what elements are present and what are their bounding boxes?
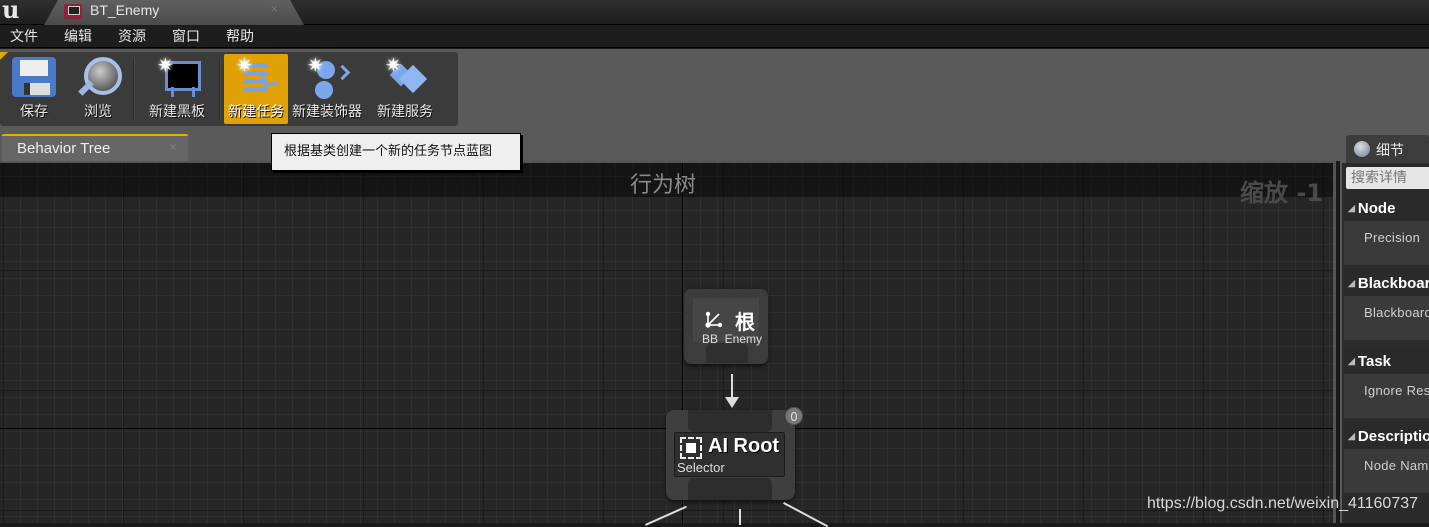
child-link-right: [783, 502, 829, 527]
execution-index-badge: 0: [785, 407, 803, 425]
toolbar: 保存 浏览 ✷ 新建黑板 ✷ 新建任务 ✷ 新建装饰器 ✷ 新建服务: [0, 52, 458, 126]
root-node[interactable]: 根 BB_Enemy: [684, 289, 768, 364]
menu-window[interactable]: 窗口: [172, 26, 200, 46]
browse-label: 浏览: [84, 104, 112, 120]
new-task-icon: ✷: [234, 53, 278, 97]
section-title: Blackboard: [1357, 275, 1429, 292]
sparkle-icon: ✷: [307, 53, 324, 77]
tab-details-label: 细节: [1376, 143, 1404, 159]
zoom-level: 缩放 -1: [1239, 179, 1323, 207]
section-title: Node: [1357, 200, 1396, 217]
sparkle-icon: ✷: [385, 53, 402, 77]
section-blackboard: ◢Blackboard Blackboard: [1344, 270, 1429, 340]
menu-file[interactable]: 文件: [10, 26, 38, 46]
browse-button[interactable]: 浏览: [66, 54, 130, 124]
collapse-triangle-icon: ◢: [1348, 356, 1355, 366]
browse-icon: [76, 57, 122, 97]
selector-node-title: AI Root: [708, 435, 780, 457]
section-header[interactable]: ◢Blackboard: [1344, 270, 1429, 296]
property-row: Node Name: [1344, 449, 1429, 493]
section-node: ◢ Node Precision: [1344, 195, 1429, 265]
section-task: ◢Task Ignore Restart: [1344, 348, 1429, 418]
behavior-tree-graph[interactable]: 行为树 缩放 -1 根 BB_Enemy AI Root Selector 0: [0, 161, 1418, 527]
menu-edit[interactable]: 编辑: [64, 26, 92, 46]
details-panel: 细节 ◢Node Precision ◢Blackboard Blackboar…: [1340, 131, 1429, 523]
close-icon[interactable]: ×: [270, 4, 278, 15]
property-row: Ignore Restart: [1344, 374, 1429, 418]
selector-input-pin[interactable]: [688, 410, 772, 432]
unreal-logo-icon[interactable]: u: [0, 0, 40, 25]
save-label: 保存: [20, 104, 48, 120]
tab-behavior-tree[interactable]: Behavior Tree ×: [2, 134, 188, 161]
graph-title: 行为树: [630, 173, 697, 198]
section-description: ◢Description Node Name: [1344, 423, 1429, 493]
root-node-title: 根: [735, 310, 755, 334]
new-service-label: 新建服务: [377, 104, 433, 120]
section-header[interactable]: ◢ Task: [1344, 348, 1429, 374]
document-tab[interactable]: BT_Enemy ×: [44, 0, 304, 25]
tab-details[interactable]: 细节: [1346, 135, 1429, 163]
save-button[interactable]: 保存: [2, 54, 66, 124]
toolbar-separator: [219, 58, 221, 120]
new-task-tooltip: 根据基类创建一个新的任务节点蓝图: [271, 133, 521, 171]
new-service-button[interactable]: ✷ 新建服务: [366, 54, 444, 124]
section-header[interactable]: ◢ Node: [1344, 195, 1429, 221]
watermark-text: https://blog.csdn.net/weixin_41160737: [1147, 495, 1419, 512]
selector-node-body: AI Root Selector: [674, 432, 785, 477]
behavior-tree-asset-icon: [64, 4, 82, 19]
collapse-triangle-icon: ◢: [1348, 203, 1355, 213]
toolbar-separator: [133, 58, 135, 120]
sparkle-icon: ✷: [236, 53, 253, 77]
selector-icon: [680, 437, 702, 459]
tab-behavior-tree-label: Behavior Tree: [17, 140, 111, 157]
new-service-icon: ✷: [383, 53, 427, 97]
new-blackboard-button[interactable]: ✷ 新建黑板: [138, 54, 216, 124]
property-row: Blackboard: [1344, 296, 1429, 340]
document-tab-label: BT_Enemy: [90, 2, 160, 18]
details-body: ◢Node Precision ◢Blackboard Blackboard ◢…: [1342, 163, 1429, 523]
new-decorator-icon: ✷: [305, 53, 349, 97]
new-decorator-button[interactable]: ✷ 新建装饰器: [288, 54, 366, 124]
panel-tab-row: Behavior Tree ×: [0, 131, 1340, 161]
section-title: Task: [1357, 353, 1391, 370]
selector-output-pin[interactable]: [688, 478, 772, 500]
sparkle-icon: ✷: [157, 53, 174, 77]
new-decorator-label: 新建装饰器: [292, 104, 362, 120]
selector-node[interactable]: AI Root Selector 0: [666, 407, 803, 500]
root-output-pin[interactable]: [706, 343, 748, 363]
new-blackboard-icon: ✷: [155, 53, 201, 97]
collapse-triangle-icon: ◢: [1348, 431, 1355, 441]
menu-bar: 文件 编辑 资源 窗口 帮助: [0, 25, 1429, 48]
new-task-label: 新建任务: [228, 104, 284, 120]
save-icon: [12, 57, 56, 97]
menu-asset[interactable]: 资源: [118, 26, 146, 46]
toolbar-area: 保存 浏览 ✷ 新建黑板 ✷ 新建任务 ✷ 新建装饰器 ✷ 新建服务: [0, 49, 1429, 131]
details-icon: [1354, 141, 1370, 157]
menu-help[interactable]: 帮助: [226, 26, 254, 46]
root-node-body: 根 BB_Enemy: [693, 298, 762, 346]
search-details-input[interactable]: [1346, 167, 1429, 189]
section-title: Description: [1357, 428, 1429, 445]
new-blackboard-label: 新建黑板: [149, 104, 205, 120]
new-task-button[interactable]: ✷ 新建任务: [224, 54, 288, 124]
section-header[interactable]: ◢Description: [1344, 423, 1429, 449]
collapse-triangle-icon: ◢: [1348, 278, 1355, 288]
title-bar: u BT_Enemy ×: [0, 0, 1429, 25]
arrow-head-icon: [725, 397, 739, 408]
close-icon[interactable]: ×: [169, 142, 177, 153]
selector-node-type: Selector: [677, 460, 725, 475]
root-branch-icon: [705, 311, 723, 328]
property-row: Precision: [1344, 221, 1429, 265]
